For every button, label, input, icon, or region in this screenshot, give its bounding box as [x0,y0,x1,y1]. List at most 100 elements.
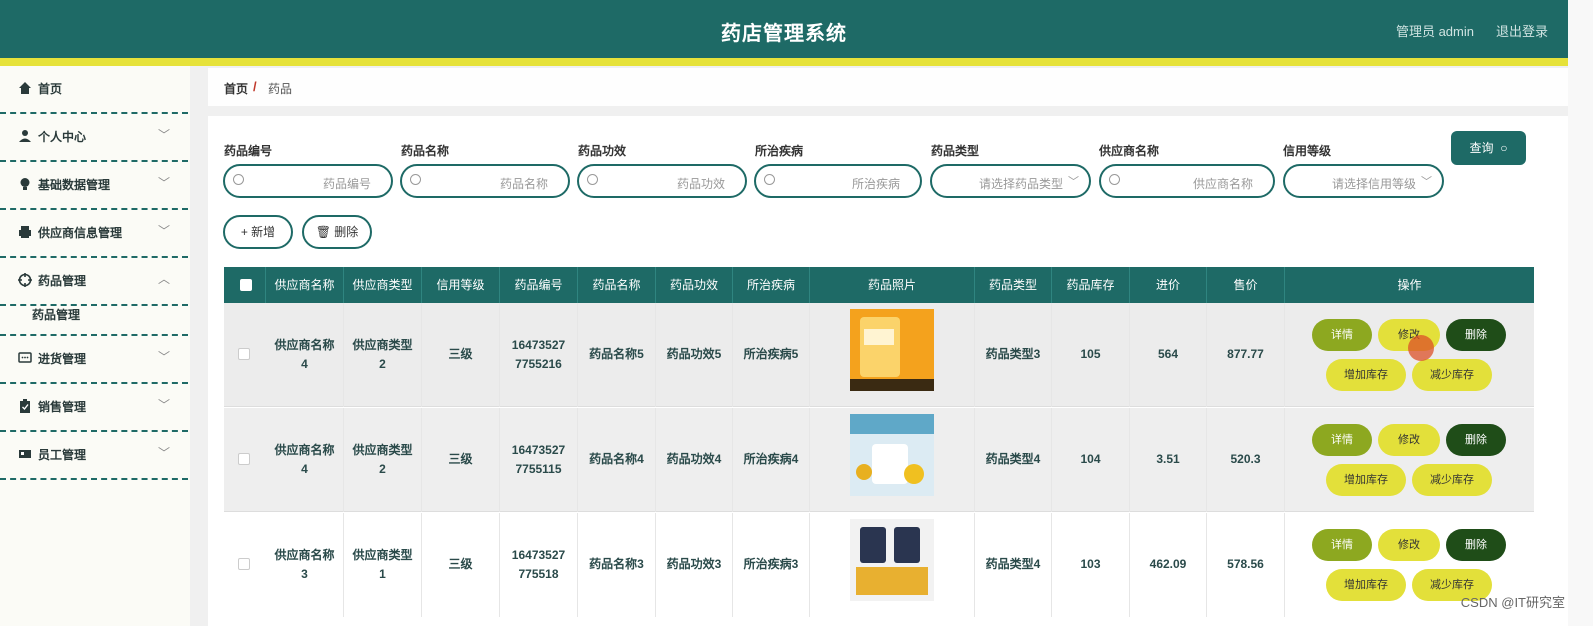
breadcrumb-home[interactable]: 首页 [224,80,248,97]
column-header: 药品名称 [578,267,656,303]
logout-link[interactable]: 退出登录 [1496,21,1548,40]
cell-type: 药品类型3 [975,303,1052,407]
table-row: 供应商名称 3 供应商类型 1 三级 16473527 775518 药品名称3 药品… [224,513,1534,626]
column-header: 药品库存 [1052,267,1130,303]
chevron-down-icon: ﹀ [157,176,170,190]
cell-price: 520.3 [1207,408,1285,512]
cell-effect: 药品功效4 [656,408,733,512]
batch-delete-button[interactable]: 🗑 删除 [302,215,372,249]
sidebar-item-sales[interactable]: 销售管理 ﹀ [0,384,188,432]
breadcrumb-current: 药品 [268,82,293,96]
add-stock-button[interactable]: 增加库存 [1326,464,1406,496]
search-icon [233,174,244,185]
printer-icon [19,226,31,238]
input-placeholder: 药品功效 [676,177,725,191]
cell-text: 16473527 [511,547,566,562]
reduce-stock-button[interactable]: 减少库存 [1412,464,1492,496]
drug-name-input[interactable]: 药品名称 [400,164,570,198]
detail-button[interactable]: 详情 [1312,319,1372,351]
row-checkbox[interactable] [238,558,250,570]
home-icon [19,82,31,94]
cell-text: 16473527 [511,442,566,457]
disease-input[interactable]: 所治疾病 [754,164,922,198]
current-user: 管理员 admin [1395,24,1474,39]
bulb-icon [20,178,30,190]
search-icon [410,174,421,185]
sidebar-item-label: 员工管理 [38,448,87,462]
credit-level-select[interactable]: 请选择信用等级 ﹀ [1283,164,1444,198]
cell-supplier-type: 供应商类型 2 [344,303,422,407]
sidebar-item-staff[interactable]: 员工管理 ﹀ [0,432,188,480]
chevron-down-icon: ﹀ [157,224,170,238]
drug-photo [850,519,934,601]
add-stock-button[interactable]: 增加库存 [1326,359,1406,391]
breadcrumb: 首页 / 药品 [208,68,1568,106]
cell-price: 877.77 [1207,303,1285,407]
sidebar-item-home[interactable]: 首页 [0,66,188,114]
sidebar-item-purchase[interactable]: 进货管理 ﹀ [0,336,188,384]
supplier-name-input[interactable]: 供应商名称 [1099,164,1275,198]
cell-cost: 3.51 [1130,408,1207,512]
cell-code: 16473527 775518 [500,513,578,617]
chevron-down-icon: ﹀ [157,128,170,142]
app-title: 药店管理系统 [721,23,847,45]
sidebar-item-label: 个人中心 [38,130,87,144]
table-row: 供应商名称 4 供应商类型 2 三级 16473527 7755115 药品名称4 药… [224,408,1534,512]
chevron-down-icon: ﹀ [157,398,170,412]
sidebar-item-supplier[interactable]: 供应商信息管理 ﹀ [0,210,188,258]
chevron-down-icon: ﹀ [1421,176,1432,188]
header-accent-bar [0,58,1568,66]
chat-icon [18,352,32,363]
cell-text: 供应商类型 [352,337,413,352]
chevron-down-icon: ﹀ [157,446,170,460]
delete-button[interactable]: 删除 [1446,319,1506,351]
batch-delete-label: 删除 [334,225,359,239]
drug-type-select[interactable]: 请选择药品类型 ﹀ [930,164,1091,198]
cell-supplier-name: 供应商名称 4 [266,303,344,407]
sidebar-item-personal[interactable]: 个人中心 ﹀ [0,114,188,162]
chevron-up-icon: ︿ [157,272,170,286]
cell-stock: 103 [1052,513,1130,617]
drug-effect-input[interactable]: 药品功效 [577,164,747,198]
top-header: 药店管理系统 管理员 admin 退出登录 [0,0,1568,58]
cell-text: 7755115 [515,462,562,476]
detail-button[interactable]: 详情 [1312,424,1372,456]
breadcrumb-separator: / [253,79,257,94]
sidebar-item-basedata[interactable]: 基础数据管理 ﹀ [0,162,188,210]
edit-button[interactable]: 修改 [1378,529,1440,561]
cell-supplier-type: 供应商类型 1 [344,513,422,617]
cell-cost: 462.09 [1130,513,1207,617]
sidebar-item-label: 首页 [38,82,63,96]
reduce-stock-button[interactable]: 减少库存 [1412,359,1492,391]
cell-credit: 三级 [422,513,500,617]
add-button[interactable]: + 新增 [223,215,293,249]
input-placeholder: 所治疾病 [851,177,900,191]
edit-button[interactable]: 修改 [1378,424,1440,456]
filter-label-supplier: 供应商名称 [1099,144,1160,158]
column-header: 操作 [1397,278,1422,292]
delete-button[interactable]: 删除 [1446,529,1506,561]
cell-photo [810,303,975,407]
cell-text: 4 [301,357,308,371]
row-checkbox[interactable] [238,453,250,465]
cell-supplier-type: 供应商类型 2 [344,408,422,512]
search-icon [1109,174,1120,185]
query-button[interactable]: 查询 ○ [1451,131,1526,165]
drug-code-input[interactable]: 药品编号 [223,164,393,198]
cell-credit: 三级 [422,303,500,407]
cell-text: 供应商名称 [274,337,335,352]
clipboard-icon [20,399,30,413]
detail-button[interactable]: 详情 [1312,529,1372,561]
filter-label-disease: 所治疾病 [755,144,804,158]
cell-price: 578.56 [1207,513,1285,617]
cell-text: 供应商名称 [274,547,335,562]
delete-button[interactable]: 删除 [1446,424,1506,456]
column-header: 进价 [1130,267,1207,303]
row-checkbox[interactable] [238,348,250,360]
cell-effect: 药品功效3 [656,513,733,617]
sidebar-subitem-drug[interactable]: 药品管理 [0,292,188,336]
cell-name: 药品名称5 [578,303,656,407]
sidebar-item-label: 基础数据管理 [38,178,111,192]
cell-code: 16473527 7755115 [500,408,578,512]
add-stock-button[interactable]: 增加库存 [1326,569,1406,601]
